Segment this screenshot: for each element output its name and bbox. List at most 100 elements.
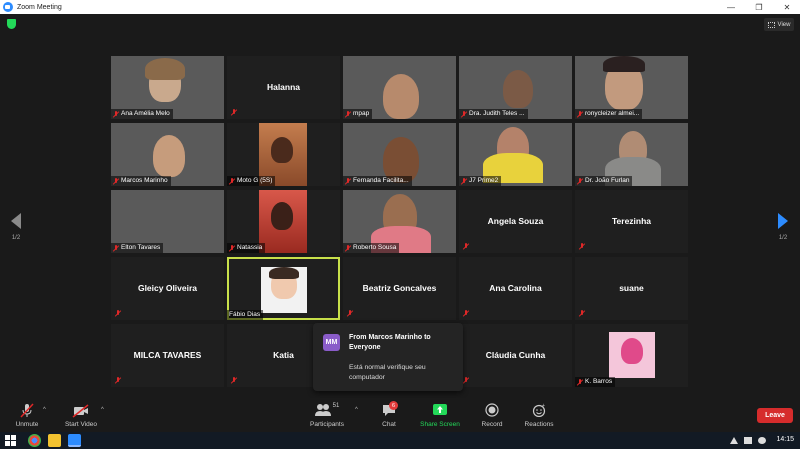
participant-name: Fernanda Facilita... <box>343 176 412 186</box>
zoom-window: Zoom Meeting — ❐ ✕ View 1/2 1/2 Ana Amél… <box>0 0 800 449</box>
participant-tile[interactable]: Halanna <box>227 56 340 119</box>
muted-mic-icon <box>577 110 583 118</box>
view-label: View <box>777 21 791 28</box>
muted-mic-icon <box>463 243 469 250</box>
muted-mic-icon <box>463 377 469 384</box>
muted-mic-icon <box>345 177 351 185</box>
participant-face <box>271 137 293 163</box>
participant-tile[interactable]: Natassia <box>227 190 340 253</box>
participant-name-center: Angela Souza <box>487 216 544 226</box>
muted-mic-icon <box>231 109 237 116</box>
participant-tile[interactable]: Marcos Marinho <box>111 123 224 186</box>
participant-name-center: Beatriz Goncalves <box>362 283 437 293</box>
participant-tile-active-speaker[interactable]: Fábio Dias <box>227 257 340 320</box>
record-button[interactable]: Record <box>479 398 505 432</box>
participant-tile[interactable]: Moto G (5S) <box>227 123 340 186</box>
participants-label: Participants <box>310 421 344 428</box>
volume-icon[interactable] <box>758 437 766 444</box>
participant-name: Natassia <box>227 243 266 253</box>
participant-name: Roberto Sousa <box>343 243 400 253</box>
start-video-label: Start Video <box>64 421 98 428</box>
participant-hair <box>603 56 645 72</box>
participant-tile[interactable]: Fernanda Facilita... <box>343 123 456 186</box>
muted-mic-icon <box>579 243 585 250</box>
prev-page-button[interactable]: 1/2 <box>6 213 26 253</box>
participants-icon: 51 <box>310 403 344 419</box>
muted-mic-icon <box>113 244 119 252</box>
participant-name: Dra. Judith Teles ... <box>459 109 528 119</box>
participant-tile[interactable]: MILCA TAVARES <box>111 324 224 387</box>
participant-name-center: Cláudia Cunha <box>485 350 546 360</box>
minimize-button[interactable]: — <box>718 0 744 14</box>
participant-tile[interactable]: Angela Souza <box>459 190 572 253</box>
chrome-icon[interactable] <box>28 434 41 447</box>
chat-notification-popup[interactable]: MM From Marcos Marinho to Everyone Está … <box>313 323 463 391</box>
muted-mic-icon <box>461 177 467 185</box>
maximize-button[interactable]: ❐ <box>746 0 772 14</box>
participant-video <box>503 70 533 108</box>
video-options-caret[interactable]: ^ <box>101 407 104 413</box>
participant-tile[interactable]: suane <box>575 257 688 320</box>
unmute-button[interactable]: Unmute <box>12 398 42 432</box>
windows-taskbar: 14:15 <box>0 432 800 449</box>
participant-name: Moto G (5S) <box>227 176 276 186</box>
file-explorer-icon[interactable] <box>48 434 61 447</box>
audio-options-caret[interactable]: ^ <box>43 407 46 413</box>
participant-tile[interactable]: K. Barros <box>575 324 688 387</box>
record-icon <box>482 403 502 419</box>
chat-button[interactable]: 6 Chat <box>376 398 402 432</box>
next-page-button[interactable]: 1/2 <box>773 213 793 253</box>
video-off-icon <box>71 403 91 419</box>
muted-mic-icon <box>463 310 469 317</box>
start-video-button[interactable]: Start Video <box>62 398 100 432</box>
participant-name-center: Halanna <box>266 82 301 92</box>
title-bar: Zoom Meeting — ❐ ✕ <box>0 0 800 14</box>
leave-button[interactable]: Leave <box>757 408 793 423</box>
participant-name: J7 Prime2 <box>459 176 502 186</box>
participant-tile[interactable]: ronycleizer almei... <box>575 56 688 119</box>
participant-name: K. Barros <box>575 377 616 387</box>
zoom-taskbar-icon[interactable] <box>68 434 81 447</box>
participant-name-center: Gleicy Oliveira <box>137 283 198 293</box>
muted-mic-icon <box>229 177 235 185</box>
participants-options-caret[interactable]: ^ <box>355 407 358 413</box>
share-screen-button[interactable]: Share Screen <box>418 398 462 432</box>
encryption-shield-icon[interactable] <box>7 19 16 29</box>
participant-tile[interactable]: Terezinha <box>575 190 688 253</box>
muted-mic-icon <box>345 244 351 252</box>
participant-video <box>383 74 419 119</box>
participant-tile[interactable]: Roberto Sousa <box>343 190 456 253</box>
windows-start-icon[interactable] <box>4 434 17 447</box>
muted-mic-icon <box>579 310 585 317</box>
participant-tile[interactable]: Gleicy Oliveira <box>111 257 224 320</box>
window-title: Zoom Meeting <box>17 3 62 11</box>
participant-tile[interactable]: Elton Tavares <box>111 190 224 253</box>
participant-tile[interactable]: Ana Carolina <box>459 257 572 320</box>
participant-tile[interactable]: Cláudia Cunha <box>459 324 572 387</box>
participants-button[interactable]: 51 Participants <box>306 398 348 432</box>
zoom-logo-icon <box>3 2 13 12</box>
reactions-label: Reactions <box>524 421 554 428</box>
close-button[interactable]: ✕ <box>774 0 800 14</box>
participant-face <box>271 202 293 230</box>
svg-text:+: + <box>542 403 545 409</box>
participant-tile[interactable]: mpap <box>343 56 456 119</box>
page-indicator-left: 1/2 <box>11 235 21 241</box>
participant-name: mpap <box>343 109 373 119</box>
participant-tile[interactable]: Ana Amélia Melo <box>111 56 224 119</box>
participant-tile[interactable]: Dra. Judith Teles ... <box>459 56 572 119</box>
participant-name: Marcos Marinho <box>111 176 171 186</box>
chat-label: Chat <box>382 421 396 428</box>
participant-name: Fábio Dias <box>227 310 264 320</box>
participant-tile[interactable]: Dr. João Furlan <box>575 123 688 186</box>
reactions-button[interactable]: + Reactions <box>523 398 555 432</box>
battery-icon[interactable] <box>744 437 752 444</box>
network-icon[interactable] <box>730 437 738 444</box>
participant-tile[interactable]: Beatriz Goncalves <box>343 257 456 320</box>
participant-tile[interactable]: J7 Prime2 <box>459 123 572 186</box>
view-button[interactable]: View <box>764 18 794 31</box>
muted-mic-icon <box>577 177 583 185</box>
chat-message: Está normal verifique seu computador <box>349 364 426 381</box>
participant-video <box>153 135 185 177</box>
chat-unread-badge: 6 <box>389 401 398 410</box>
